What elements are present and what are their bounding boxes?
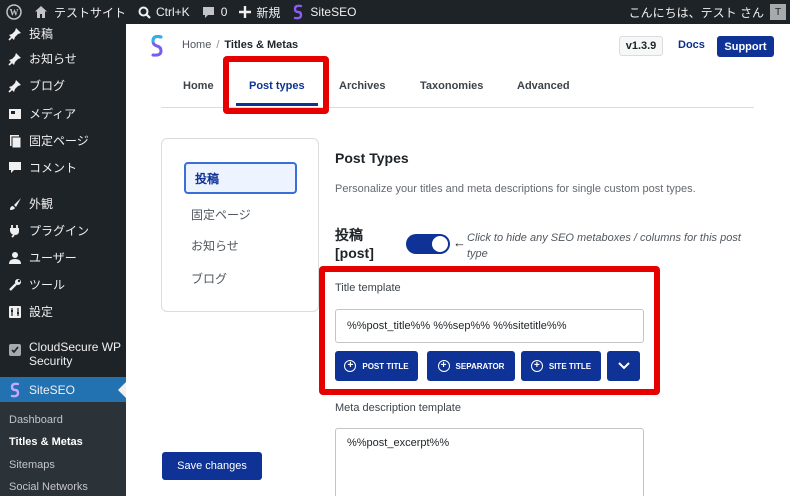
sidebar-item-media[interactable]: メディア [0,104,126,124]
new-content-link[interactable]: 新規 [233,0,286,24]
siteseo-adminbar-link[interactable]: SiteSEO [286,0,362,24]
sidebar-item-tools[interactable]: ツール [0,275,126,295]
greeting: こんにちは、テスト さん [628,5,764,20]
save-changes-button[interactable]: Save changes [162,452,262,480]
wrench-icon [7,277,23,293]
wordpress-logo-icon[interactable]: W [0,0,28,24]
support-button[interactable]: Support [717,36,774,57]
command-palette-link[interactable]: Ctrl+K [132,0,196,24]
post-type-slug: [post] [335,245,374,261]
sidebar-item-siteseo[interactable]: SiteSEO [0,377,126,402]
sidebar-item-cloudsecure[interactable]: CloudSecure WP Security [0,340,126,374]
tab-taxonomies[interactable]: Taxonomies [420,80,483,92]
sidebar-item-settings[interactable]: 設定 [0,302,126,322]
media-icon [7,106,23,122]
home-icon [35,6,47,18]
sidebar-item-appearance[interactable]: 外観 [0,194,126,214]
meta-description-input[interactable]: %%post_excerpt%% [335,428,644,496]
site-name: テストサイト [54,5,127,20]
search-icon [138,6,151,19]
nav-item-pages[interactable]: 固定ページ [191,206,251,223]
meta-description-label: Meta description template [335,402,461,414]
admin-sidebar: 投稿 お知らせ ブログ メディア 固定ページ コメント 外観 プラグイン ユーザ… [0,24,126,496]
sidebar-item-plugins[interactable]: プラグイン [0,221,126,241]
breadcrumb-separator: / [216,39,220,51]
sidebar-item-users[interactable]: ユーザー [0,248,126,268]
pin-icon [7,26,23,42]
svg-text:W: W [10,8,19,18]
pin-icon [7,78,23,94]
siteseo-logo-icon [150,34,164,63]
active-menu-arrow [118,381,126,398]
siteseo-icon [7,382,23,398]
shield-icon [7,342,23,358]
plus-icon [239,6,252,18]
nav-item-news[interactable]: お知らせ [191,237,239,254]
post-type-title: 投稿 [post] [335,226,374,262]
sidebar-item-posts[interactable]: 投稿 [0,24,126,44]
siteseo-submenu: Dashboard Titles & Metas Sitemaps Social… [0,402,126,496]
breadcrumb: Home / Titles & Metas [182,39,298,51]
user-icon [7,250,23,266]
shortcut-label: Ctrl+K [156,5,190,19]
nav-item-posts[interactable]: 投稿 [184,162,297,194]
comment-icon [7,160,23,176]
comment-icon [202,6,214,18]
hide-metabox-toggle[interactable] [406,234,450,254]
new-label: 新規 [256,5,281,20]
settings-icon [7,304,23,320]
comments-count: 0 [220,5,228,19]
plugin-icon [7,223,23,239]
siteseo-logo-icon [294,4,303,20]
arrow-left-icon: ← [453,235,466,250]
siteseo-adminbar-label: SiteSEO [310,5,357,19]
toggle-knob [432,236,448,252]
tab-home[interactable]: Home [183,80,214,92]
page-icon [7,133,23,149]
tab-advanced[interactable]: Advanced [517,80,570,92]
submenu-dashboard[interactable]: Dashboard [9,414,63,426]
post-type-name: 投稿 [335,227,363,243]
my-account-link[interactable]: こんにちは、テスト さん T [629,4,790,21]
section-description: Personalize your titles and meta descrip… [335,183,696,195]
sidebar-item-blog[interactable]: ブログ [0,76,126,96]
comments-link[interactable]: 0 [196,0,234,24]
site-name-link[interactable]: テストサイト [28,0,132,24]
version-badge: v1.3.9 [619,36,663,56]
submenu-social-networks[interactable]: Social Networks [9,481,88,493]
sidebar-item-pages[interactable]: 固定ページ [0,131,126,151]
submenu-titles-metas[interactable]: Titles & Metas [9,436,83,448]
avatar: T [770,4,786,20]
highlight-box-title-template [319,266,660,395]
tab-archives[interactable]: Archives [339,80,385,92]
breadcrumb-current: Titles & Metas [224,39,299,51]
breadcrumb-home[interactable]: Home [182,39,211,51]
nav-item-blog[interactable]: ブログ [191,270,227,287]
admin-bar: W テストサイト Ctrl+K 0 新規 SiteSEO こんにちは、テスト さ… [0,0,790,24]
highlight-box-tab [223,56,329,114]
toggle-hint: Click to hide any SEO metaboxes / column… [467,232,741,260]
brush-icon [7,196,23,212]
sidebar-item-comments[interactable]: コメント [0,158,126,178]
docs-link[interactable]: Docs [678,39,705,51]
submenu-sitemaps[interactable]: Sitemaps [9,459,55,471]
sidebar-item-news[interactable]: お知らせ [0,49,126,69]
pin-icon [7,51,23,67]
section-heading: Post Types [335,150,409,166]
